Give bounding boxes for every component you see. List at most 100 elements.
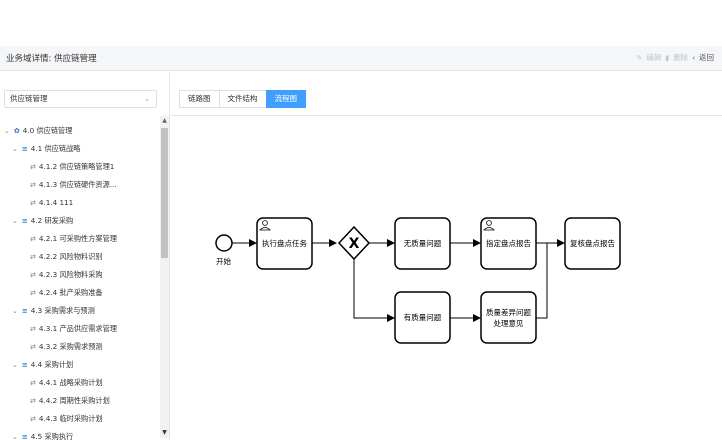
- delete-icon[interactable]: ▮: [665, 54, 669, 62]
- tree-item-4-2-1[interactable]: ⇄ 4.2.1 可采购性方案管理: [30, 232, 117, 246]
- list-icon: ≡: [21, 361, 28, 369]
- edit-icon[interactable]: ✎: [636, 54, 642, 62]
- exclusive-gateway[interactable]: X: [337, 225, 371, 261]
- top-blank-area: [0, 0, 722, 46]
- process-icon: ⇄: [30, 325, 36, 333]
- task-execute-inventory[interactable]: 执行盘点任务: [256, 217, 313, 270]
- tree-item-4-2-4[interactable]: ⇄ 4.2.4 批产采购准备: [30, 286, 103, 300]
- caret-down-icon[interactable]: ⌄: [12, 142, 18, 156]
- tree-item-4-3[interactable]: ⌄ ≡ 4.3 采购需求与预测: [12, 304, 95, 318]
- process-icon: ⇄: [30, 415, 36, 423]
- page-header: 业务域详情: 供应链管理 ✎ 编辑 ▮ 删除 ‹ 返回: [0, 46, 722, 71]
- tree-item-label: 4.3 采购需求与预测: [30, 306, 95, 315]
- tree-item-4-3-1[interactable]: ⇄ 4.3.1 产品供应需求管理: [30, 322, 117, 336]
- task-review-report[interactable]: 复核盘点报告: [564, 217, 621, 270]
- flow-canvas[interactable]: 开始 执行盘点任务 X 无质量问题 指定盘点报告 复核盘点报告 有质量问题 质量…: [171, 117, 722, 440]
- task-label-line2: 处理意见: [494, 318, 524, 328]
- edge-diff-review: [536, 243, 548, 319]
- tree-item-4-5[interactable]: ⌄ ≡ 4.5 采购执行: [12, 430, 73, 440]
- tree-item-4-1-2[interactable]: ⇄ 4.1.2 供应链策略管理1: [30, 160, 114, 174]
- tree-item-4-2-3[interactable]: ⇄ 4.2.3 风险物料采购: [30, 268, 103, 282]
- tree-item-label: 4.4 采购计划: [30, 360, 74, 369]
- task-specify-report[interactable]: 指定盘点报告: [480, 217, 537, 270]
- process-icon: ⇄: [30, 181, 36, 189]
- tree-item-4-4-1[interactable]: ⇄ 4.4.1 战略采购计划: [30, 376, 103, 390]
- sidebar: 供应链管理 ⌄ ⌄ ✿ 4.0 供应链管理 ⌄ ≡ 4.1 供应链战略 ⇄ 4.…: [0, 72, 170, 440]
- start-event[interactable]: [215, 234, 233, 252]
- tree-item-label: 4.3.1 产品供应需求管理: [38, 324, 117, 333]
- list-icon: ≡: [21, 145, 28, 153]
- task-no-quality-issue[interactable]: 无质量问题: [394, 217, 451, 270]
- tree-item-4-1[interactable]: ⌄ ≡ 4.1 供应链战略: [12, 142, 80, 156]
- tree-item-label: 4.3.2 采购需求预测: [38, 342, 103, 351]
- edit-button[interactable]: 编辑: [646, 52, 661, 63]
- chevron-left-icon[interactable]: ‹: [692, 54, 695, 62]
- tree-item-4-4-2[interactable]: ⇄ 4.4.2 周期性采购计划: [30, 394, 110, 408]
- chevron-down-icon[interactable]: ⌄: [144, 91, 150, 107]
- tree-item-label: 4.2.2 风险物料识别: [38, 252, 103, 261]
- tree-item-label: 4.5 采购执行: [30, 432, 74, 440]
- tree-item-4-4[interactable]: ⌄ ≡ 4.4 采购计划: [12, 358, 73, 372]
- task-has-quality-issue[interactable]: 有质量问题: [394, 291, 451, 344]
- tree-item-4-2[interactable]: ⌄ ≡ 4.2 研发采购: [12, 214, 73, 228]
- list-icon: ≡: [21, 307, 28, 315]
- process-icon: ⇄: [30, 397, 36, 405]
- view-tabs: 链路图 文件结构 流程图: [179, 90, 306, 108]
- process-icon: ⇄: [30, 199, 36, 207]
- caret-down-icon[interactable]: ⌄: [4, 124, 10, 138]
- flowchart-svg: 开始 执行盘点任务 X 无质量问题 指定盘点报告 复核盘点报告 有质量问题 质量…: [215, 217, 621, 344]
- scroll-up-icon[interactable]: ▲: [160, 116, 169, 126]
- process-icon: ⇄: [30, 343, 36, 351]
- domain-select[interactable]: 供应链管理 ⌄: [4, 90, 157, 108]
- tree: ⌄ ✿ 4.0 供应链管理 ⌄ ≡ 4.1 供应链战略 ⇄ 4.1.2 供应链策…: [0, 116, 170, 440]
- tree-item-4-4-3[interactable]: ⇄ 4.4.3 临时采购计划: [30, 412, 103, 426]
- process-icon: ⇄: [30, 235, 36, 243]
- caret-down-icon[interactable]: ⌄: [12, 214, 18, 228]
- tree-item-label: 4.1.4 111: [38, 198, 74, 207]
- domain-select-value: 供应链管理: [10, 94, 48, 103]
- process-icon: ⇄: [30, 163, 36, 171]
- process-icon: ⇄: [30, 289, 36, 297]
- list-icon: ≡: [21, 217, 28, 225]
- header-actions: ✎ 编辑 ▮ 删除 ‹ 返回: [636, 52, 714, 63]
- tree-item-label: 4.4.3 临时采购计划: [38, 414, 103, 423]
- tree-item-4-1-4[interactable]: ⇄ 4.1.4 111: [30, 196, 73, 210]
- tree-item-label: 4.1.2 供应链策略管理1: [38, 162, 115, 171]
- tree-item-label: 4.1 供应链战略: [30, 144, 81, 153]
- tree-item-label: 4.2 研发采购: [30, 216, 74, 225]
- task-quality-difference[interactable]: 质量差异问题 处理意见: [480, 291, 537, 344]
- tree-item-4-1-3[interactable]: ⇄ 4.1.3 供应链硬件资源...: [30, 178, 117, 192]
- task-label: 执行盘点任务: [262, 238, 307, 248]
- process-icon: ⇄: [30, 253, 36, 261]
- scroll-thumb[interactable]: [161, 128, 168, 258]
- back-button[interactable]: 返回: [699, 52, 714, 63]
- tree-item-4-2-2[interactable]: ⇄ 4.2.2 风险物料识别: [30, 250, 103, 264]
- tree-item-label: 4.2.3 风险物料采购: [38, 270, 103, 279]
- tree-item-4-3-2[interactable]: ⇄ 4.3.2 采购需求预测: [30, 340, 103, 354]
- task-label: 无质量问题: [404, 238, 442, 248]
- tab-file-structure[interactable]: 文件结构: [218, 90, 267, 108]
- tabs-bar: 链路图 文件结构 流程图: [171, 72, 722, 116]
- task-label: 复核盘点报告: [570, 238, 615, 248]
- gateway-x-icon: X: [349, 236, 360, 252]
- tree-scrollbar[interactable]: ▲ ▼: [160, 116, 169, 438]
- process-icon: ⇄: [30, 379, 36, 387]
- tab-link-diagram[interactable]: 链路图: [179, 90, 220, 108]
- page-title: 业务域详情: 供应链管理: [6, 54, 97, 64]
- caret-down-icon[interactable]: ⌄: [12, 358, 18, 372]
- delete-button[interactable]: 删除: [673, 52, 688, 63]
- process-icon: ⇄: [30, 271, 36, 279]
- task-label: 指定盘点报告: [486, 238, 531, 248]
- tree-item-4-0[interactable]: ⌄ ✿ 4.0 供应链管理: [4, 124, 72, 138]
- tree-item-label: 4.4.2 周期性采购计划: [38, 396, 110, 405]
- tree-item-label: 4.4.1 战略采购计划: [38, 378, 103, 387]
- tree-item-label: 4.2.1 可采购性方案管理: [38, 234, 117, 243]
- caret-down-icon[interactable]: ⌄: [12, 430, 18, 440]
- task-label: 有质量问题: [404, 312, 442, 322]
- scroll-down-icon[interactable]: ▼: [160, 428, 169, 438]
- tab-flowchart[interactable]: 流程图: [265, 90, 306, 108]
- tree-item-label: 4.2.4 批产采购准备: [38, 288, 103, 297]
- caret-down-icon[interactable]: ⌄: [12, 304, 18, 318]
- edge-gateway-has-quality: [353, 258, 395, 322]
- gear-icon: ✿: [13, 127, 20, 135]
